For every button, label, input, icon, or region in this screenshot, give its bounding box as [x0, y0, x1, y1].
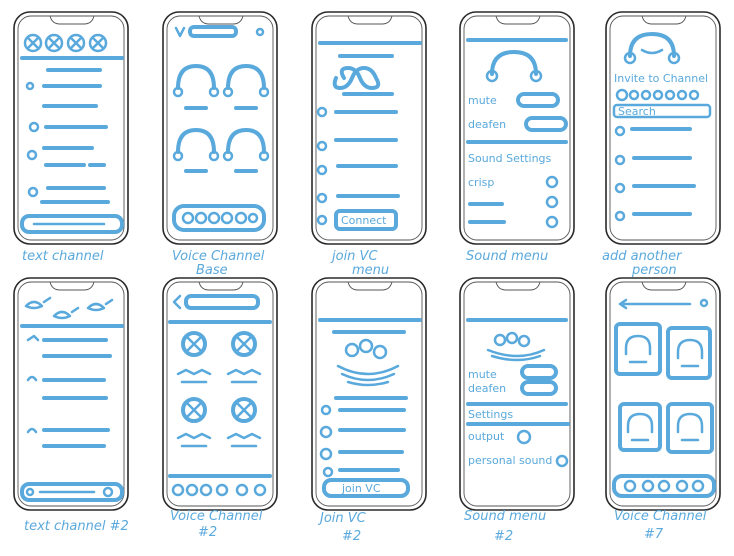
output-label: output: [468, 430, 505, 443]
invite-search-placeholder: Search: [618, 105, 656, 118]
caption-join-vc-2: menu: [352, 263, 389, 278]
caption-join-vc-2b-1: Join VC: [317, 511, 367, 526]
caption-voice-base-2: Base: [196, 263, 228, 278]
mute-label: mute: [468, 368, 497, 381]
phone-sound-menu: mute deafen Sound Settings crisp: [459, 11, 575, 245]
phone-join-vc-menu: Connect: [311, 11, 427, 245]
phone-voice-channel-2: [162, 277, 278, 511]
caption-voice-2-1: Voice Channel: [170, 509, 263, 524]
phone-voice-channel-base: [162, 11, 278, 245]
caption-sound-menu-2-1: Sound menu: [464, 509, 546, 524]
phone-join-vc-2: join VC: [311, 277, 427, 511]
connect-label: Connect: [341, 214, 387, 227]
crisp-label: crisp: [468, 176, 494, 189]
caption-sound-menu: Sound menu: [466, 249, 548, 264]
join-vc-label: join VC: [341, 482, 381, 495]
deafen-label: deafen: [468, 382, 506, 395]
sound-settings-label: Sound Settings: [468, 152, 552, 165]
caption-text-channel-2: text channel #2: [24, 519, 129, 534]
caption-text-channel: text channel: [22, 249, 104, 264]
mute-label: mute: [468, 94, 497, 107]
deafen-label: deafen: [468, 118, 506, 131]
settings-label: Settings: [468, 408, 513, 421]
caption-voice-2-2: #2: [198, 525, 217, 540]
wireframe-board: text channel Voice Channel Base Connect …: [13, 11, 721, 544]
caption-voice-7-1: Voice Channel: [614, 509, 707, 524]
phone-text-channel-2: [13, 277, 129, 511]
caption-join-vc-1: join VC: [330, 249, 378, 264]
personal-sound-label: personal sound: [468, 454, 552, 467]
phone-add-person: Invite to Channel Search: [605, 11, 721, 245]
phone-text-channel: [13, 11, 129, 245]
caption-add-person-1: add another: [602, 249, 683, 264]
caption-add-person-2: person: [631, 263, 677, 278]
caption-voice-base-1: Voice Channel: [172, 249, 265, 264]
caption-voice-7-2: #7: [644, 527, 664, 542]
phone-sound-menu-2: mute deafen Settings output personal sou…: [459, 277, 575, 511]
caption-sound-menu-2-2: #2: [494, 529, 513, 544]
caption-join-vc-2b-2: #2: [342, 529, 361, 544]
invite-title: Invite to Channel: [614, 72, 708, 85]
phone-voice-channel-7: [605, 277, 721, 511]
